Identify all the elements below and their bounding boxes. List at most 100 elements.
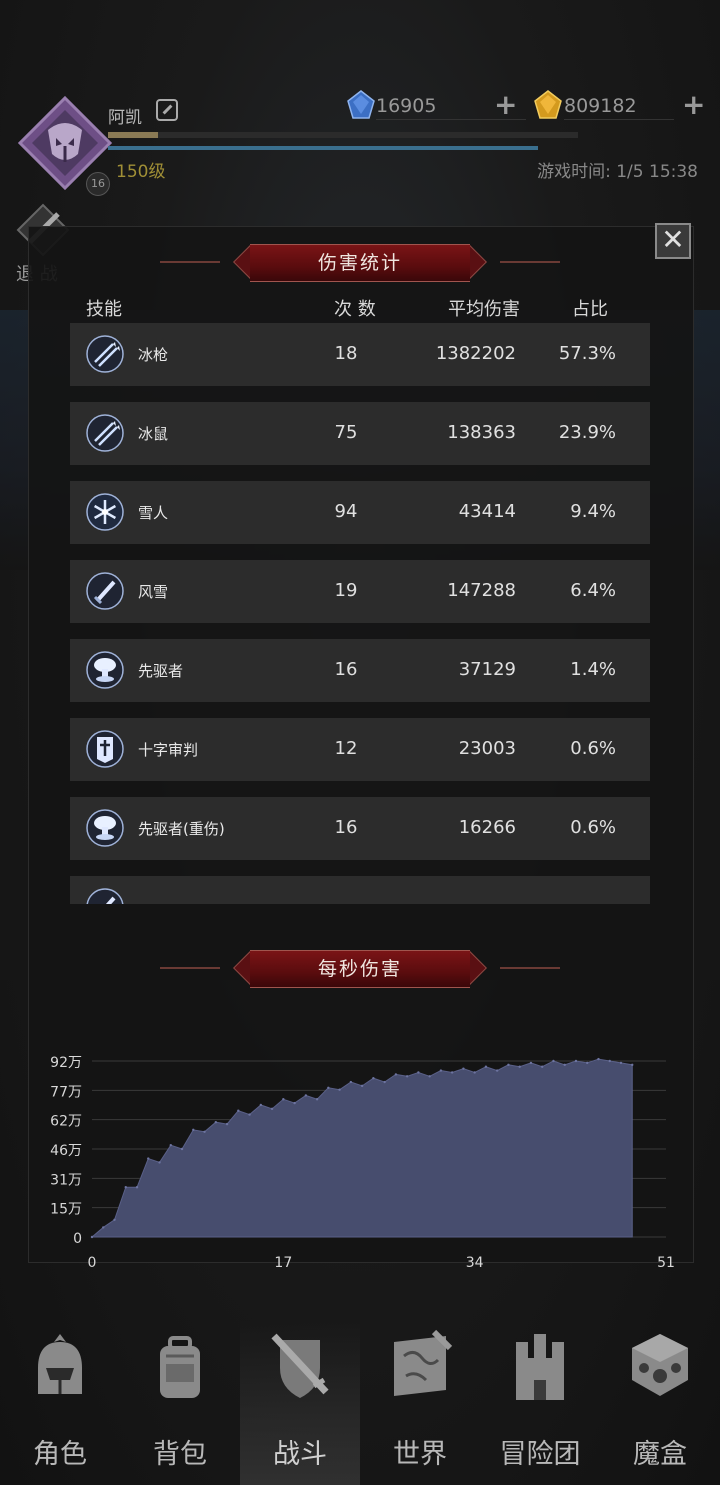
dps-data-point — [102, 1226, 105, 1229]
add-gold-gem-button[interactable]: + — [682, 91, 705, 119]
skill-name: 先驱者 — [138, 662, 184, 680]
damage-share: 1.4% — [570, 659, 616, 680]
dps-data-point — [473, 1071, 476, 1074]
table-row[interactable]: 先驱者(重伤) 16 16266 0.6% — [70, 797, 650, 860]
dps-data-point — [327, 1086, 330, 1089]
x-tick-label: 34 — [466, 1255, 484, 1271]
table-row[interactable]: 冰枪 18 1382202 57.3% — [70, 323, 650, 386]
x-tick-label: 17 — [274, 1255, 292, 1271]
helmet-icon — [38, 1334, 82, 1394]
player-name: 阿凯 — [108, 108, 142, 128]
dps-data-point — [338, 1088, 341, 1091]
nav-item-world-map[interactable]: 世界 — [360, 1320, 480, 1485]
nav-label: 魔盒 — [633, 1439, 687, 1470]
dps-data-point — [203, 1130, 206, 1133]
nav-item-helmet[interactable]: 角色 — [0, 1320, 120, 1485]
skill-name: 雪人 — [138, 504, 169, 522]
damage-stats-table[interactable]: 冰枪 18 1382202 57.3% 冰鼠 75 138363 23.9% 雪人 94 43414… — [70, 323, 650, 904]
avg-damage: 16266 — [458, 817, 516, 838]
edit-icon[interactable] — [156, 99, 178, 121]
dps-data-point — [248, 1113, 251, 1116]
sword-shield-icon — [271, 1333, 329, 1398]
table-row[interactable]: 十字审判 12 23003 0.6% — [70, 718, 650, 781]
dps-data-point — [417, 1071, 420, 1074]
gold-gem-count: 809182 — [564, 93, 674, 120]
nav-item-backpack[interactable]: 背包 — [120, 1320, 240, 1485]
exp-bar — [108, 132, 578, 138]
dps-data-point — [349, 1080, 353, 1084]
dps-data-point — [394, 1073, 398, 1076]
y-tick-label: 0 — [73, 1231, 82, 1247]
mushroom-cloud-icon — [85, 808, 125, 848]
game-time: 游戏时间: 1/5 15:38 — [537, 162, 698, 182]
mushroom-cloud-icon — [85, 650, 125, 690]
bottom-nav: 角色 背包 战斗 世界 冒险团 魔盒 — [0, 1320, 720, 1485]
y-tick-label: 92万 — [50, 1055, 82, 1071]
nav-item-sword-shield[interactable]: 战斗 — [240, 1320, 360, 1485]
nav-label: 冒险团 — [499, 1439, 581, 1470]
cross-banner-icon — [85, 729, 125, 769]
dps-data-point — [147, 1157, 150, 1160]
sword-icon — [85, 887, 125, 904]
dps-data-point — [540, 1065, 544, 1068]
skill-name: 风雪 — [138, 583, 169, 601]
dps-data-point — [484, 1065, 488, 1068]
dps-data-point — [113, 1218, 116, 1221]
dps-data-point — [619, 1061, 623, 1065]
magic-cube-icon — [632, 1334, 688, 1396]
dps-data-point — [225, 1122, 229, 1126]
table-row[interactable]: 先驱者 16 37129 1.4% — [70, 639, 650, 702]
hit-count: 94 — [334, 501, 358, 522]
table-row[interactable]: 冰鼠 75 138363 23.9% — [70, 402, 650, 465]
table-row[interactable]: 雪人 94 43414 9.4% — [70, 481, 650, 544]
avg-damage: 43414 — [458, 501, 516, 522]
hit-count: 19 — [334, 580, 358, 601]
dps-data-point — [293, 1101, 296, 1105]
dps-data-point — [180, 1147, 184, 1151]
dps-data-point — [597, 1057, 600, 1061]
add-blue-gem-button[interactable]: + — [494, 91, 517, 119]
dps-title: 每秒伤害 — [250, 950, 470, 988]
dps-data-point — [90, 1235, 94, 1239]
dps-data-point — [372, 1077, 375, 1080]
hit-count: 16 — [334, 659, 358, 680]
y-tick-label: 46万 — [50, 1143, 82, 1159]
dps-chart-svg: 0 15万 31万 46万 62万 77万 92万 0 17 34 51 — [50, 1055, 675, 1271]
dps-data-point — [563, 1063, 566, 1067]
nav-label: 世界 — [393, 1439, 447, 1470]
dps-data-point — [450, 1071, 454, 1074]
column-header-avg-damage: 平均伤害 — [448, 299, 520, 320]
dps-data-point — [507, 1063, 510, 1067]
damage-stats-title-ribbon: 伤害统计 — [160, 242, 560, 282]
skill-name: 先驱者(重伤) — [138, 820, 225, 838]
hit-count: 12 — [334, 738, 358, 759]
damage-share: 6.4% — [570, 580, 616, 601]
double-spear-icon — [85, 413, 125, 453]
table-row[interactable]: 风雪 19 147288 6.4% — [70, 560, 650, 623]
dps-data-point — [529, 1061, 533, 1065]
avg-damage: 23003 — [458, 738, 516, 759]
x-tick-label: 51 — [657, 1255, 675, 1271]
dps-data-point — [315, 1098, 319, 1101]
y-tick-label: 31万 — [50, 1172, 82, 1188]
nav-label: 角色 — [33, 1439, 87, 1470]
nav-item-magic-cube[interactable]: 魔盒 — [600, 1320, 720, 1485]
nav-label: 背包 — [153, 1439, 207, 1470]
dps-data-point — [608, 1059, 611, 1063]
dps-data-point — [586, 1061, 589, 1065]
dps-data-point — [158, 1161, 161, 1164]
column-header-count: 次 数 — [334, 299, 376, 320]
sword-icon — [85, 571, 125, 611]
avg-damage: 1382202 — [435, 343, 516, 364]
table-row[interactable] — [70, 876, 650, 904]
close-button[interactable]: ✕ — [655, 223, 691, 259]
nav-item-castle[interactable]: 冒险团 — [480, 1320, 600, 1485]
damage-share: 9.4% — [570, 501, 616, 522]
level-badge: 16 — [86, 172, 110, 196]
player-header: 16 阿凯 150级 16905 + 809182 + 游戏时间: 1/5 15… — [0, 0, 720, 285]
dps-data-point — [574, 1059, 578, 1063]
skill-name: 冰枪 — [138, 346, 169, 364]
dps-data-point — [439, 1069, 443, 1072]
damage-share: 57.3% — [558, 343, 616, 364]
dps-chart: 0 15万 31万 46万 62万 77万 92万 0 17 34 51 — [30, 1045, 690, 1275]
